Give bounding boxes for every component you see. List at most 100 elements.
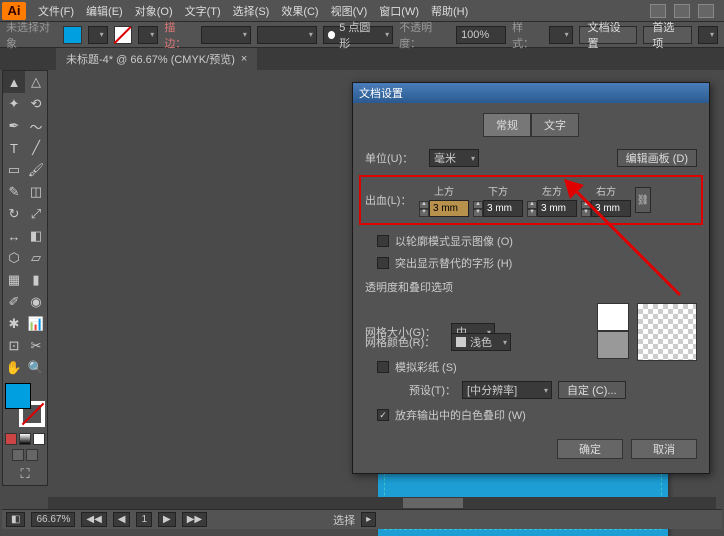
pen-tool[interactable]: ✒ [3,115,25,137]
gradient-mode-icon[interactable] [19,433,31,445]
fill-swatch[interactable] [63,26,82,44]
artboard-tool[interactable]: ⊡ [3,335,25,357]
tab-general[interactable]: 常规 [483,113,531,137]
menu-window[interactable]: 窗口(W) [373,1,425,21]
nav-prev-one[interactable]: ◀ [113,512,131,527]
glyphs-checkbox[interactable] [377,257,389,269]
rectangle-tool[interactable]: ▭ [3,159,25,181]
nav-next[interactable]: ▶▶ [182,512,207,527]
units-dropdown[interactable]: 毫米 [429,149,479,167]
zoom-level[interactable]: 66.67% [31,512,75,527]
scale-tool[interactable]: ⤢ [25,203,47,225]
shaper-tool[interactable]: ✎ [3,181,25,203]
close-tab-icon[interactable]: × [241,53,247,65]
grid-color-dropdown[interactable]: 浅色 [451,333,511,351]
change-screen-mode[interactable]: ⛶ [3,463,47,485]
perspective-tool[interactable]: ▱ [25,247,47,269]
preferences-button[interactable]: 首选项 [643,26,692,44]
magic-wand-tool[interactable]: ✦ [3,93,25,115]
spin-down[interactable]: ▼ [581,209,591,217]
discard-white-label: 放弃输出中的白色叠印 (W) [395,407,526,423]
spin-down[interactable]: ▼ [473,209,483,217]
artboard-number[interactable]: 1 [136,512,152,527]
preset-dropdown[interactable]: [中分辨率] [462,381,552,399]
style-dropdown[interactable] [549,26,573,44]
eyedropper-tool[interactable]: ✐ [3,291,25,313]
type-tool[interactable]: T [3,137,25,159]
menu-file[interactable]: 文件(F) [32,1,80,21]
symbol-sprayer-tool[interactable]: ✱ [3,313,25,335]
brush-definition-dropdown[interactable]: 5 点圆形 [323,26,393,44]
stroke-weight-input[interactable] [201,26,251,44]
spin-up[interactable]: ▲ [473,201,483,209]
eraser-tool[interactable]: ◫ [25,181,47,203]
fill-color-icon[interactable] [5,383,31,409]
brush-dropdown[interactable] [257,26,317,44]
gradient-tool[interactable]: ▮ [25,269,47,291]
search-icon[interactable] [698,4,714,18]
menu-edit[interactable]: 编辑(E) [80,1,129,21]
none-mode-icon[interactable] [33,433,45,445]
color-mode-icon[interactable] [5,433,17,445]
menu-help[interactable]: 帮助(H) [425,1,474,21]
bleed-top-input[interactable]: 3 mm [429,200,469,217]
layout-icon[interactable] [650,4,666,18]
graph-tool[interactable]: 📊 [25,313,47,335]
selection-dropdown[interactable]: ▸ [361,512,376,527]
draw-mode-icon[interactable] [12,449,24,461]
menu-select[interactable]: 选择(S) [227,1,276,21]
color-mode-row [3,431,47,447]
spin-up[interactable]: ▲ [419,201,429,209]
discard-white-checkbox[interactable]: ✓ [377,409,389,421]
shape-builder-tool[interactable]: ⬡ [3,247,25,269]
opacity-input[interactable]: 100% [456,26,506,44]
document-tab[interactable]: 未标题-4* @ 66.67% (CMYK/预览) × [56,48,257,70]
custom-button[interactable]: 自定 (C)... [558,381,626,399]
document-setup-button[interactable]: 文档设置 [579,26,638,44]
menu-object[interactable]: 对象(O) [129,1,179,21]
nav-next-one[interactable]: ▶ [158,512,176,527]
cancel-button[interactable]: 取消 [631,439,697,459]
line-tool[interactable]: ╱ [25,137,47,159]
fill-stroke-widget[interactable] [3,383,47,427]
outline-checkbox[interactable] [377,235,389,247]
selection-tool[interactable]: ▲ [3,71,25,93]
width-tool[interactable]: ↔ [3,225,25,247]
nav-prev[interactable]: ◀◀ [81,512,106,527]
corner-widget[interactable]: ◧ [6,512,25,527]
ok-button[interactable]: 确定 [557,439,623,459]
menu-type[interactable]: 文字(T) [179,1,227,21]
blend-tool[interactable]: ◉ [25,291,47,313]
menu-view[interactable]: 视图(V) [325,1,374,21]
curvature-tool[interactable]: 〜 [25,115,47,137]
spin-down[interactable]: ▼ [527,209,537,217]
link-bleed-icon[interactable]: ⛓ [635,187,651,213]
slice-tool[interactable]: ✂ [25,335,47,357]
rotate-tool[interactable]: ↻ [3,203,25,225]
simulate-paper-checkbox[interactable] [377,361,389,373]
menu-effect[interactable]: 效果(C) [275,1,324,21]
spin-down[interactable]: ▼ [419,209,429,217]
paintbrush-tool[interactable]: 🖌 [25,159,47,181]
bleed-bottom-input[interactable]: 3 mm [483,200,523,217]
lasso-tool[interactable]: ⟲ [25,93,47,115]
tab-type[interactable]: 文字 [531,113,579,137]
direct-selection-tool[interactable]: △ [25,71,47,93]
spin-up[interactable]: ▲ [527,201,537,209]
zoom-tool[interactable]: 🔍 [25,357,47,379]
free-transform-tool[interactable]: ◧ [25,225,47,247]
bleed-right-input[interactable]: 3 mm [591,200,631,217]
stroke-swatch[interactable] [114,26,133,44]
screen-mode-icon[interactable] [26,449,38,461]
spin-up[interactable]: ▲ [581,201,591,209]
horizontal-scrollbar[interactable] [48,497,716,509]
bleed-left-input[interactable]: 3 mm [537,200,577,217]
fill-dropdown[interactable] [88,26,108,44]
hand-tool[interactable]: ✋ [3,357,25,379]
align-dropdown[interactable] [698,26,718,44]
mesh-tool[interactable]: ▦ [3,269,25,291]
glyphs-checkbox-label: 突出显示替代的字形 (H) [395,255,512,271]
layout-icon2[interactable] [674,4,690,18]
stroke-dropdown[interactable] [138,26,158,44]
edit-artboards-button[interactable]: 编辑画板 (D) [617,149,697,167]
